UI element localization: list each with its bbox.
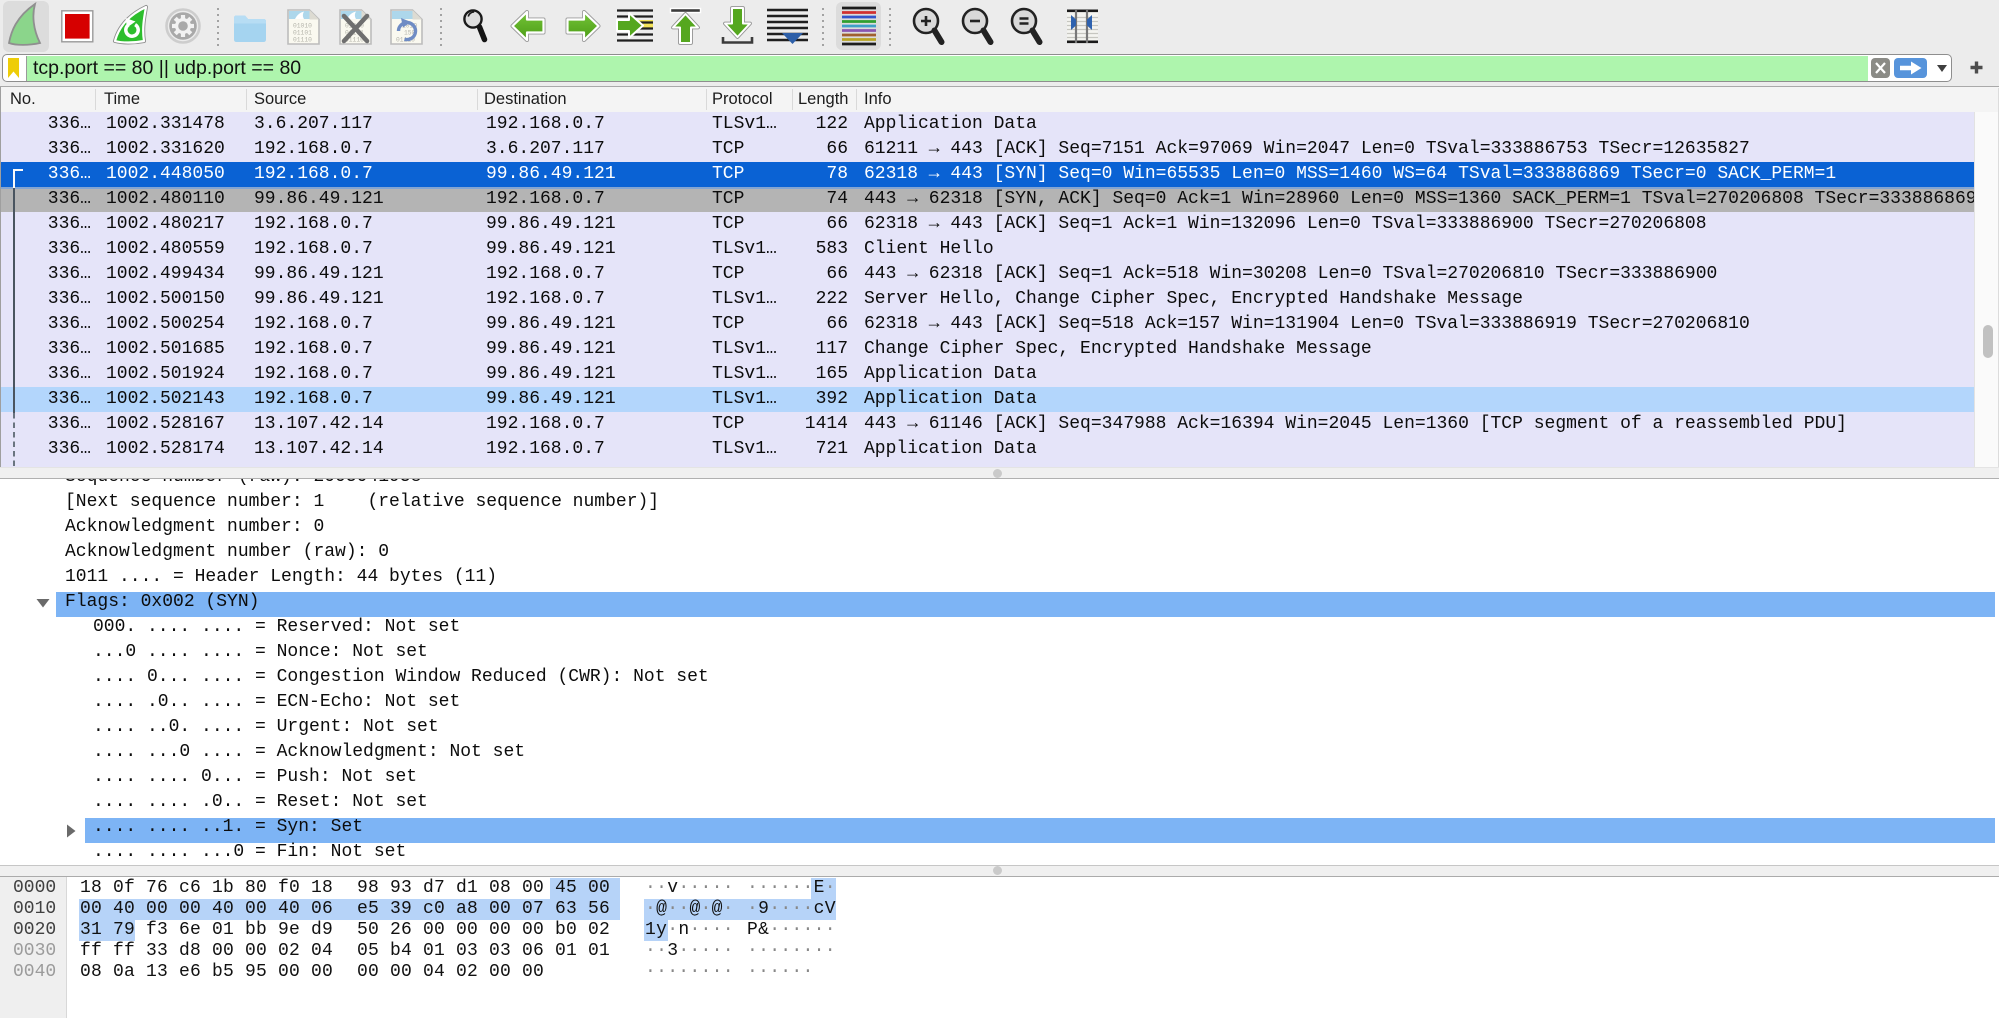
svg-text:01110: 01110	[293, 37, 312, 44]
svg-text:01101: 01101	[293, 30, 312, 37]
svg-text:01010: 01010	[293, 23, 312, 30]
